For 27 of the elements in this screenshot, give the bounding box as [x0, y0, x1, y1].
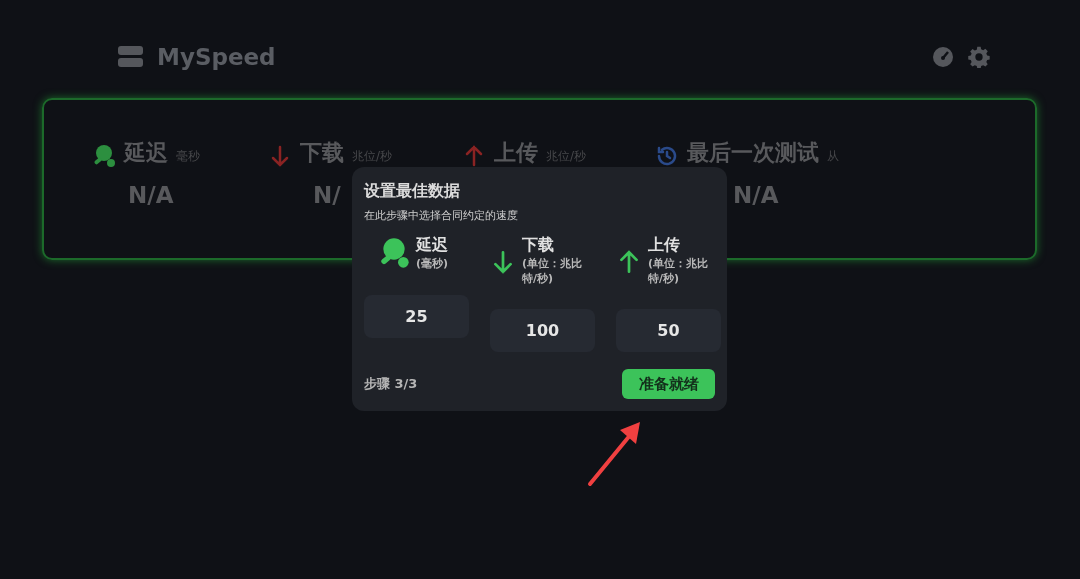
server-icon: [118, 46, 143, 68]
field-unit: (单位：兆比特/秒): [522, 256, 584, 286]
stat-label: 下载: [300, 139, 344, 167]
dialog-title: 设置最佳数据: [364, 181, 461, 202]
step-indicator: 步骤 3/3: [364, 375, 418, 393]
stat-value: N/A: [733, 182, 779, 208]
speedometer-icon[interactable]: [932, 46, 954, 68]
field-label: 下载: [522, 235, 555, 256]
ping-pong-icon: [378, 237, 410, 269]
field-unit: (单位：兆比特/秒): [648, 256, 710, 286]
ready-button[interactable]: 准备就绪: [622, 369, 715, 399]
settings-icon[interactable]: [968, 46, 990, 68]
field-label: 上传: [648, 235, 681, 256]
dialog-subtitle: 在此步骤中选择合同约定的速度: [364, 208, 519, 223]
ping-pong-icon: [92, 144, 116, 168]
stat-value: N/: [313, 182, 341, 208]
speed-input[interactable]: 25: [364, 295, 469, 338]
speed-input[interactable]: 50: [616, 309, 721, 352]
speed-input[interactable]: 100: [490, 309, 595, 352]
field-unit: (毫秒): [416, 256, 450, 271]
field-label: 延迟: [416, 235, 449, 256]
stat-label: 上传: [494, 139, 538, 167]
history-icon: [655, 144, 679, 168]
stat-label: 最后一次测试: [687, 139, 819, 167]
stat-value: N/A: [128, 182, 174, 208]
stat-label: 延迟: [124, 139, 168, 167]
app-title: MySpeed: [157, 44, 276, 70]
